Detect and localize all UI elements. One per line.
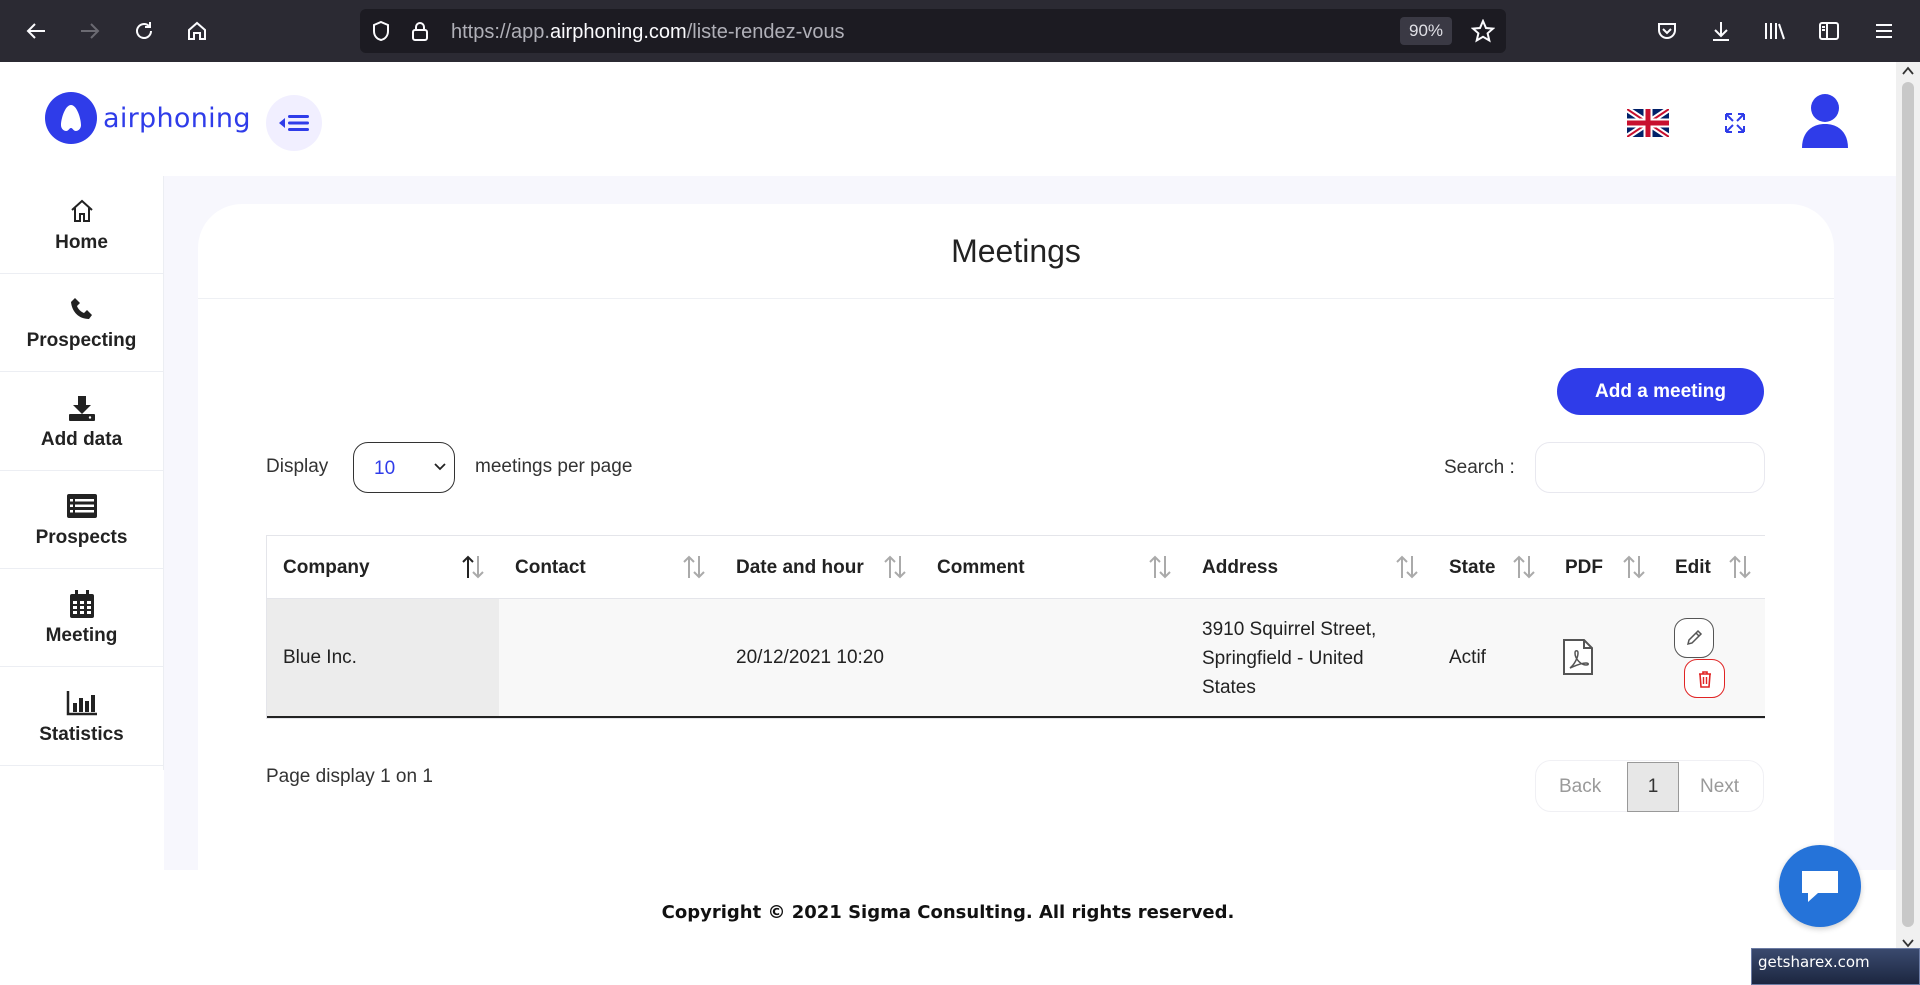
sidebar-item-meeting[interactable]: Meeting — [0, 569, 163, 667]
lock-icon[interactable] — [410, 20, 430, 47]
footer: Copyright © 2021 Sigma Consulting. All r… — [0, 870, 1896, 985]
sort-icon[interactable] — [1727, 554, 1753, 580]
pagination-page-1[interactable]: 1 — [1627, 762, 1679, 812]
sidebar-item-home[interactable]: Home — [0, 176, 163, 274]
cell-date: 20/12/2021 10:20 — [736, 647, 884, 668]
column-header-state[interactable]: State — [1449, 536, 1495, 599]
back-arrow-icon[interactable] — [21, 16, 51, 46]
sidebar-item-prospecting[interactable]: Prospecting — [0, 274, 163, 372]
page-scrollbar[interactable] — [1896, 62, 1920, 957]
meetings-table: Company Contact Date and hour Comment Ad… — [266, 535, 1765, 719]
sidebar-item-label: Home — [55, 231, 108, 253]
trash-icon — [1698, 670, 1711, 688]
column-header-company[interactable]: Company — [283, 536, 370, 599]
hamburger-menu-icon[interactable] — [1869, 16, 1899, 46]
add-meeting-button[interactable]: Add a meeting — [1557, 368, 1764, 415]
page-title: Meetings — [198, 204, 1834, 299]
column-header-comment[interactable]: Comment — [937, 536, 1025, 599]
zoom-level[interactable]: 90% — [1400, 17, 1452, 45]
column-header-pdf[interactable]: PDF — [1565, 536, 1603, 599]
delete-button[interactable] — [1684, 659, 1725, 698]
sidebar-item-label: Prospects — [35, 526, 128, 548]
sort-icon[interactable] — [882, 554, 908, 580]
scroll-up-icon[interactable] — [1902, 66, 1914, 76]
downloads-icon[interactable] — [1706, 16, 1736, 46]
per-page-value: 10 — [374, 458, 396, 479]
watermark: getsharex.com — [1751, 948, 1920, 985]
search-label: Search : — [1444, 457, 1515, 478]
pocket-icon[interactable] — [1652, 16, 1682, 46]
sidebar-item-prospects[interactable]: Prospects — [0, 471, 163, 569]
sidebar-item-statistics[interactable]: Statistics — [0, 668, 163, 766]
sidebar-item-label: Prospecting — [26, 329, 137, 351]
per-page-label: meetings per page — [475, 456, 633, 477]
address-line: States — [1202, 677, 1256, 698]
url-text[interactable]: https://app.airphoning.com/liste-rendez-… — [451, 21, 845, 44]
sidebar-toggle-icon[interactable] — [1814, 16, 1844, 46]
sidebar: Home Prospecting Add data Prospects Meet… — [0, 176, 164, 770]
phone-icon — [69, 294, 95, 324]
pagination-back-button[interactable]: Back — [1559, 776, 1601, 798]
column-header-date[interactable]: Date and hour — [736, 536, 864, 599]
airphoning-logo[interactable]: airphoning — [45, 92, 251, 144]
sidebar-item-label: Statistics — [39, 723, 124, 745]
sort-icon[interactable] — [681, 554, 707, 580]
column-header-contact[interactable]: Contact — [515, 536, 586, 599]
pagination: Back 1 Next — [1535, 760, 1764, 812]
table-row: Blue Inc. 20/12/2021 10:20 3910 Squirrel… — [267, 599, 1765, 718]
address-line: Springfield - United — [1202, 648, 1364, 669]
table-header: Company Contact Date and hour Comment Ad… — [267, 536, 1765, 599]
logo-mark-icon — [45, 92, 97, 144]
sort-icon[interactable] — [1147, 554, 1173, 580]
sidebar-item-add-data[interactable]: Add data — [0, 373, 163, 471]
home-icon — [68, 196, 96, 226]
forward-arrow-icon[interactable] — [75, 16, 105, 46]
sort-icon[interactable] — [1511, 554, 1537, 580]
search-input[interactable] — [1535, 442, 1765, 493]
cell-address: 3910 Squirrel Street, Springfield - Unit… — [1202, 615, 1376, 702]
sidebar-item-label: Add data — [40, 428, 123, 450]
sort-icon[interactable] — [1394, 554, 1420, 580]
scrollbar-thumb[interactable] — [1902, 82, 1914, 927]
reload-icon[interactable] — [129, 16, 159, 46]
address-bar[interactable]: https://app.airphoning.com/liste-rendez-… — [360, 9, 1506, 53]
logo-text: airphoning — [103, 102, 251, 134]
chevron-down-icon — [434, 463, 446, 471]
cell-state: Actif — [1449, 647, 1486, 668]
edit-button[interactable] — [1674, 618, 1714, 658]
bookmark-star-icon[interactable] — [1470, 18, 1496, 48]
address-line: 3910 Squirrel Street, — [1202, 619, 1377, 640]
pdf-icon[interactable] — [1562, 638, 1594, 676]
user-avatar-icon[interactable] — [1800, 92, 1850, 148]
sidebar-item-label: Meeting — [45, 624, 118, 646]
uk-flag-icon[interactable] — [1627, 109, 1669, 137]
sort-icon[interactable] — [1621, 554, 1647, 580]
column-header-edit[interactable]: Edit — [1675, 536, 1711, 599]
pagination-next-button[interactable]: Next — [1700, 776, 1739, 798]
collapse-menu-icon — [279, 115, 309, 131]
calendar-icon — [68, 589, 96, 619]
cell-company: Blue Inc. — [283, 647, 357, 668]
home-browser-icon[interactable] — [182, 16, 212, 46]
copyright-text: Copyright © 2021 Sigma Consulting. All r… — [661, 902, 1235, 923]
shield-icon[interactable] — [370, 20, 392, 47]
pencil-icon — [1686, 629, 1703, 646]
list-icon — [66, 491, 98, 521]
bar-chart-icon — [66, 688, 98, 718]
chat-button[interactable] — [1779, 845, 1861, 927]
sort-icon[interactable] — [460, 554, 486, 580]
app-header: airphoning — [0, 62, 1896, 176]
browser-toolbar: https://app.airphoning.com/liste-rendez-… — [0, 0, 1920, 62]
chat-bubble-icon — [1802, 871, 1838, 902]
fullscreen-icon[interactable] — [1722, 110, 1748, 136]
menu-toggle-button[interactable] — [266, 95, 322, 151]
per-page-select[interactable]: 10 — [353, 442, 455, 493]
page-summary: Page display 1 on 1 — [266, 766, 433, 787]
scroll-down-icon[interactable] — [1902, 938, 1914, 948]
download-icon — [67, 393, 97, 423]
display-label: Display — [266, 456, 329, 477]
library-icon[interactable] — [1760, 16, 1790, 46]
column-header-address[interactable]: Address — [1202, 536, 1278, 599]
